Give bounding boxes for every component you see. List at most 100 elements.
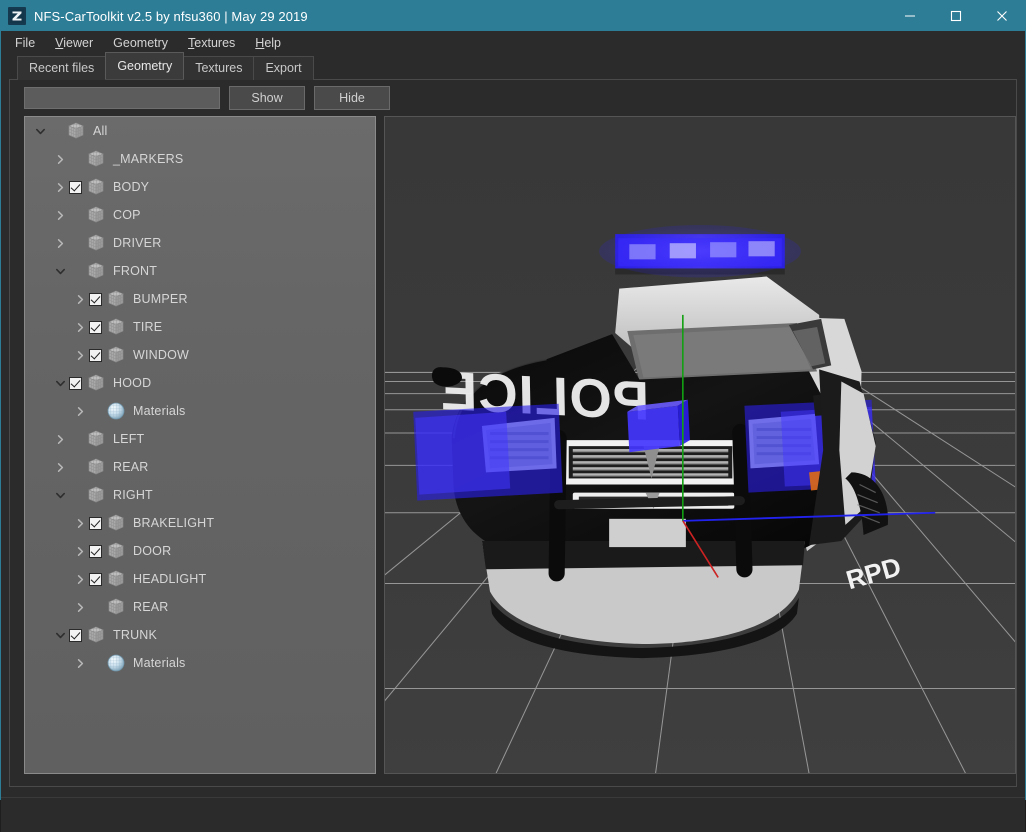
geometry-tree-panel: All _MARKERS BODY COP DRIVER FRONT BUMPER TIRE W… — [24, 116, 376, 775]
mesh-cube-icon — [67, 121, 85, 141]
hide-button-label: Hide — [339, 91, 365, 105]
chevron-right-icon[interactable] — [51, 150, 69, 168]
tab-textures[interactable]: Textures — [183, 56, 255, 80]
tree-item-right[interactable]: RIGHT — [25, 481, 375, 509]
tree-item-headlight[interactable]: HEADLIGHT — [25, 565, 375, 593]
window-title: NFS-CarToolkit v2.5 by nfsu360 | May 29 … — [34, 8, 308, 24]
chevron-down-icon[interactable] — [31, 122, 49, 140]
tab-export[interactable]: Export — [253, 56, 314, 80]
chevron-right-icon[interactable] — [71, 318, 89, 336]
visibility-checkbox[interactable] — [69, 628, 82, 642]
tree-item-label: _MARKERS — [113, 152, 184, 166]
chevron-down-icon[interactable] — [51, 262, 69, 280]
chevron-right-icon[interactable] — [71, 514, 89, 532]
tab-geometry[interactable]: Geometry — [105, 52, 185, 79]
visibility-checkbox[interactable] — [89, 320, 102, 334]
visibility-checkbox[interactable] — [89, 544, 102, 558]
visibility-checkbox[interactable] — [89, 348, 102, 362]
chevron-right-icon[interactable] — [51, 178, 69, 196]
window-controls — [887, 1, 1025, 31]
visibility-checkbox[interactable] — [69, 180, 82, 194]
mesh-cube-icon — [107, 597, 125, 617]
visibility-checkbox[interactable] — [89, 516, 102, 530]
geometry-tree[interactable]: All _MARKERS BODY COP DRIVER FRONT BUMPER TIRE W… — [25, 117, 375, 773]
tree-item-window[interactable]: WINDOW — [25, 341, 375, 369]
tree-item-rear[interactable]: REAR — [25, 593, 375, 621]
chevron-right-icon[interactable] — [71, 402, 89, 420]
tree-item-label: HEADLIGHT — [133, 572, 207, 586]
chevron-right-icon[interactable] — [71, 346, 89, 364]
tree-item-label: TRUNK — [113, 628, 158, 642]
tree-item-all[interactable]: All — [25, 117, 375, 145]
visibility-checkbox[interactable] — [89, 572, 102, 586]
menu-item-geometry[interactable]: Geometry — [103, 33, 178, 53]
menu-label-help: elp — [264, 36, 282, 50]
chevron-down-icon[interactable] — [51, 486, 69, 504]
model-viewport[interactable]: POLICE RPD — [384, 116, 1016, 775]
search-input[interactable] — [24, 87, 220, 109]
tree-item-brakelight[interactable]: BRAKELIGHT — [25, 509, 375, 537]
tab-strip: Recent files Geometry Textures Export — [17, 52, 1017, 80]
tab-label-geometry: Geometry — [117, 59, 173, 73]
menu-item-file[interactable]: File — [5, 33, 45, 53]
chevron-right-icon[interactable] — [51, 430, 69, 448]
tree-item-driver[interactable]: DRIVER — [25, 229, 375, 257]
chevron-right-icon[interactable] — [71, 290, 89, 308]
tab-recent-files[interactable]: Recent files — [17, 56, 107, 80]
tree-item-door[interactable]: DOOR — [25, 537, 375, 565]
menu-item-viewer[interactable]: Viewer — [45, 33, 103, 53]
mesh-cube-icon — [107, 317, 125, 337]
show-button[interactable]: Show — [229, 86, 305, 110]
tab-label-recent-files: Recent files — [29, 61, 95, 75]
mesh-cube-icon — [107, 541, 125, 561]
chevron-down-icon[interactable] — [51, 626, 69, 644]
tree-item-front[interactable]: FRONT — [25, 257, 375, 285]
mesh-cube-icon — [87, 457, 105, 477]
mesh-cube-icon — [87, 149, 105, 169]
visibility-checkbox[interactable] — [89, 292, 102, 306]
chevron-down-icon[interactable] — [51, 374, 69, 392]
mesh-cube-icon — [87, 485, 105, 505]
visibility-checkbox[interactable] — [69, 376, 82, 390]
tree-item-label: WINDOW — [133, 348, 190, 362]
chevron-right-icon[interactable] — [51, 234, 69, 252]
tree-item-body[interactable]: BODY — [25, 173, 375, 201]
tree-item-tire[interactable]: TIRE — [25, 313, 375, 341]
mesh-cube-icon — [87, 205, 105, 225]
minimize-button[interactable] — [887, 1, 933, 31]
mesh-cube-icon — [87, 261, 105, 281]
tab-label-export: Export — [265, 61, 302, 75]
chevron-right-icon[interactable] — [51, 206, 69, 224]
menu-mnemonic-help: H — [255, 36, 265, 50]
menu-item-textures[interactable]: Textures — [178, 33, 245, 53]
tree-item-trunk[interactable]: TRUNK — [25, 621, 375, 649]
tree-item-left[interactable]: LEFT — [25, 425, 375, 453]
tree-item-label: BRAKELIGHT — [133, 516, 215, 530]
show-button-label: Show — [251, 91, 283, 105]
viewport-render: POLICE RPD — [385, 117, 1015, 774]
chevron-right-icon[interactable] — [71, 654, 89, 672]
chevron-right-icon[interactable] — [71, 598, 89, 616]
hide-button[interactable]: Hide — [314, 86, 390, 110]
menu-label-geometry: Geometry — [113, 36, 169, 50]
menu-item-help[interactable]: Help — [245, 33, 291, 53]
chevron-right-icon[interactable] — [71, 570, 89, 588]
maximize-button[interactable] — [933, 1, 979, 31]
mesh-cube-icon — [87, 233, 105, 253]
tree-item-label: DOOR — [133, 544, 172, 558]
tree-item-markers[interactable]: _MARKERS — [25, 145, 375, 173]
tree-item-materials[interactable]: Materials — [25, 649, 375, 677]
tree-item-label: RIGHT — [113, 488, 153, 502]
tree-item-label: REAR — [133, 600, 169, 614]
tree-item-bumper[interactable]: BUMPER — [25, 285, 375, 313]
chevron-right-icon[interactable] — [71, 542, 89, 560]
chevron-right-icon[interactable] — [51, 458, 69, 476]
tree-item-materials[interactable]: Materials — [25, 397, 375, 425]
close-button[interactable] — [979, 1, 1025, 31]
menu-label-viewer: iewer — [63, 36, 94, 50]
tree-item-cop[interactable]: COP — [25, 201, 375, 229]
tree-item-hood[interactable]: HOOD — [25, 369, 375, 397]
tree-item-label: BODY — [113, 180, 150, 194]
geometry-body: All _MARKERS BODY COP DRIVER FRONT BUMPER TIRE W… — [10, 116, 1016, 786]
tree-item-rear[interactable]: REAR — [25, 453, 375, 481]
